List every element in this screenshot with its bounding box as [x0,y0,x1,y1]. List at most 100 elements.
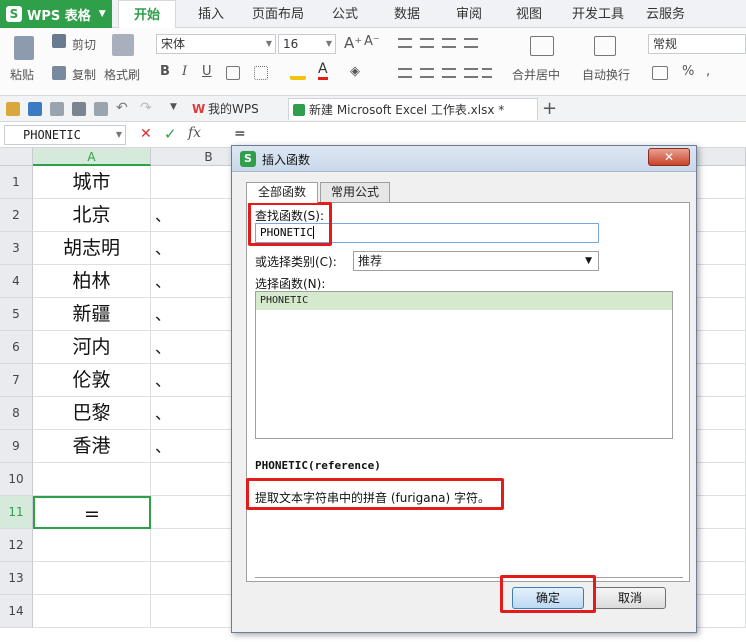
tab-review[interactable]: 审阅 [456,0,482,28]
align-middle-icon[interactable] [420,38,434,48]
cell-a[interactable]: 城市 [33,166,151,199]
row-header[interactable]: 2 [0,199,33,232]
insert-function-button[interactable]: fx [188,125,201,141]
row-header[interactable]: 13 [0,562,33,595]
format-painter-button[interactable]: 格式刷 [104,66,140,83]
align-top-icon[interactable] [398,38,412,48]
formula-input[interactable]: = [234,126,246,142]
row-header[interactable]: 6 [0,331,33,364]
decrease-font-icon[interactable]: A⁻ [364,34,380,49]
row-header[interactable]: 14 [0,595,33,628]
font-name-select[interactable]: 宋体 ▼ [156,34,276,54]
underline-button[interactable]: U [202,64,212,79]
border-icon[interactable] [226,66,240,80]
row-header[interactable]: 9 [0,430,33,463]
justify-icon[interactable] [464,68,478,78]
select-all-corner[interactable] [0,148,33,166]
open-folder-icon[interactable] [6,102,20,116]
copy-button[interactable]: 复制 [72,66,96,83]
row-header[interactable]: 5 [0,298,33,331]
cell-a[interactable] [33,463,151,496]
align-bottom-icon[interactable] [442,38,456,48]
wrap-text-icon[interactable] [594,36,616,56]
row-header[interactable]: 1 [0,166,33,199]
cell-a[interactable]: 河内 [33,331,151,364]
number-format-select[interactable]: 常规 [648,34,746,54]
tab-my-wps[interactable]: W 我的WPS [188,98,284,120]
bold-button[interactable]: B [160,64,170,79]
export-pdf-icon[interactable] [50,102,64,116]
row-header[interactable]: 12 [0,529,33,562]
save-icon[interactable] [28,102,42,116]
comma-style-icon[interactable]: , [706,64,710,79]
cancel-edit-icon[interactable]: ✕ [140,126,152,142]
cell-a[interactable] [33,562,151,595]
row-header[interactable]: 3 [0,232,33,265]
tab-data[interactable]: 数据 [394,0,420,28]
cell-a[interactable]: 香港 [33,430,151,463]
confirm-edit-icon[interactable]: ✓ [164,125,177,143]
print-preview-icon[interactable] [94,102,108,116]
row-header[interactable]: 10 [0,463,33,496]
tab-common-formulas[interactable]: 常用公式 [320,182,390,202]
fill-grid-icon[interactable] [254,66,268,80]
align-left-icon[interactable] [398,68,412,78]
cell-a[interactable]: 柏林 [33,265,151,298]
dialog-title-bar[interactable]: S 插入函数 ✕ [232,146,696,172]
app-menu-button[interactable]: S WPS 表格 ▼ [0,0,112,28]
chevron-down-icon[interactable]: ▼ [170,102,177,112]
row-header[interactable]: 4 [0,265,33,298]
percent-button[interactable]: % [682,64,694,79]
tab-insert[interactable]: 插入 [198,0,224,28]
print-icon[interactable] [72,102,86,116]
function-list-item[interactable]: PHONETIC [256,292,672,310]
fill-color-icon[interactable] [290,64,306,80]
cell-a[interactable] [33,529,151,562]
distribute-icon[interactable] [482,68,492,78]
tab-view[interactable]: 视图 [516,0,542,28]
tab-home[interactable]: 开始 [118,0,176,28]
cell-a[interactable]: 北京 [33,199,151,232]
row-header[interactable]: 8 [0,397,33,430]
paste-icon[interactable] [14,36,34,60]
paste-button[interactable]: 粘贴 [10,66,34,83]
wrap-text-button[interactable]: 自动换行 [582,66,630,83]
new-tab-button[interactable]: + [542,98,557,119]
cell-a[interactable]: 胡志明 [33,232,151,265]
app-title: WPS 表格 [27,8,91,24]
close-button[interactable]: ✕ [648,148,690,166]
align-right-icon[interactable] [442,68,456,78]
row-header[interactable]: 11 [0,496,33,529]
cut-button[interactable]: 剪切 [72,36,96,53]
tab-developer[interactable]: 开发工具 [572,0,624,28]
font-size-select[interactable]: 16 ▼ [278,34,336,54]
cell-a[interactable]: 新疆 [33,298,151,331]
category-select[interactable]: 推荐 ▼ [353,251,599,271]
tab-formulas[interactable]: 公式 [332,0,358,28]
italic-button[interactable]: I [182,64,187,79]
cancel-button[interactable]: 取消 [594,587,666,609]
row-header[interactable]: 7 [0,364,33,397]
cell-a[interactable]: 巴黎 [33,397,151,430]
increase-font-icon[interactable]: A⁺ [344,34,362,52]
clear-format-icon[interactable]: ◈ [350,64,360,79]
tab-all-functions[interactable]: 全部函数 [246,182,318,203]
cell-a[interactable]: 伦敦 [33,364,151,397]
column-header-a[interactable]: A [33,148,151,166]
merge-center-button[interactable]: 合并居中 [512,66,560,83]
currency-icon[interactable] [652,66,668,80]
function-list[interactable]: PHONETIC [255,291,673,439]
tab-page-layout[interactable]: 页面布局 [252,0,304,28]
orientation-icon[interactable] [464,38,478,48]
tab-cloud[interactable]: 云服务 [646,0,685,28]
font-color-icon[interactable]: A [318,62,328,80]
redo-icon[interactable]: ↷ [140,100,152,116]
cell-a[interactable] [33,595,151,628]
align-center-icon[interactable] [420,68,434,78]
tab-workbook[interactable]: 新建 Microsoft Excel 工作表.xlsx * [288,98,538,120]
merge-center-icon[interactable] [530,36,554,56]
name-box[interactable]: PHONETIC ▼ [4,125,126,145]
tab-my-wps-label: 我的WPS [208,102,259,116]
undo-icon[interactable]: ↶ [116,100,128,116]
active-cell[interactable]: = [33,496,151,529]
